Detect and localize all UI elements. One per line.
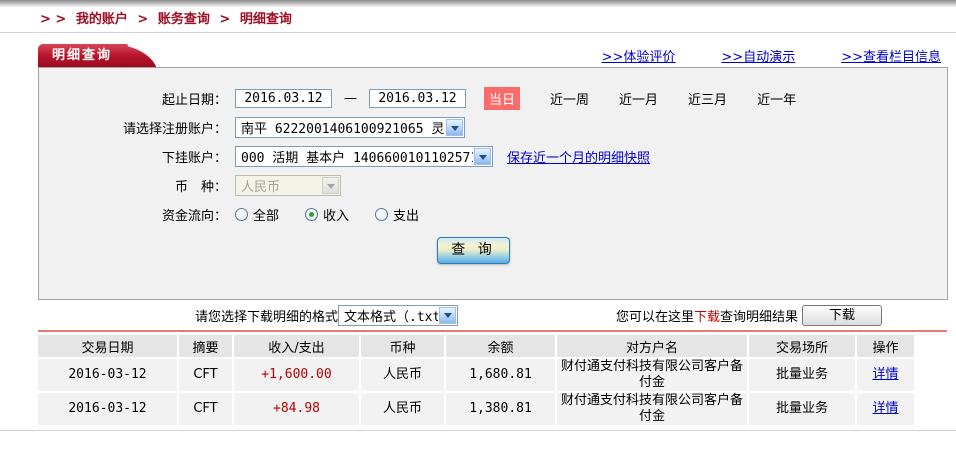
cell-counterparty: 财付通支付科技有限公司客户备付金 (557, 359, 747, 391)
cell-venue: 批量业务 (749, 393, 855, 425)
sub-account-row: 下挂账户： 000 活期 基本户 1406600101102571848 保存近… (39, 142, 947, 171)
cell-balance: 1,380.81 (446, 393, 555, 425)
cell-currency: 人民币 (361, 393, 444, 425)
sub-account-label: 下挂账户： (39, 147, 227, 166)
radio-income-label[interactable]: 收入 (323, 205, 349, 224)
quick-range-quarter[interactable]: 近三月 (688, 89, 727, 108)
save-monthly-snapshot-link[interactable]: 保存近一个月的明细快照 (507, 147, 650, 166)
cell-currency: 人民币 (361, 359, 444, 391)
download-hint-group: 您可以在这里 下载 查询明细结果 下载 (616, 305, 882, 326)
cell-amount: +1,600.00 (234, 359, 359, 391)
breadcrumb-chevrons: > > (40, 12, 66, 27)
cell-summary: CFT (179, 359, 232, 391)
detail-link[interactable]: 详情 (872, 367, 898, 382)
sub-account-select[interactable]: 000 活期 基本户 1406600101102571848 (235, 146, 493, 167)
currency-select-disabled: 人民币 (235, 175, 341, 196)
start-date-input[interactable] (235, 89, 332, 108)
cell-date: 2016-03-12 (38, 359, 177, 391)
date-range-label: 起止日期： (39, 89, 227, 108)
download-format-label: 请您选择下载明细的格式 (195, 306, 338, 325)
red-divider (38, 330, 947, 332)
dropdown-arrow-icon (322, 177, 339, 194)
fund-flow-label: 资金流向： (39, 205, 227, 224)
table-row: 2016-03-12 CFT +84.98 人民币 1,380.81 财付通支付… (38, 393, 914, 425)
link-experience-rating[interactable]: >>体验评价 (602, 46, 676, 65)
registered-account-select[interactable]: 南平 6222001406100921065 灵通卡 (235, 117, 465, 138)
quick-range-week[interactable]: 近一周 (550, 89, 589, 108)
radio-expense-label[interactable]: 支出 (393, 205, 419, 224)
registered-account-row: 请选择注册账户： 南平 6222001406100921065 灵通卡 (39, 113, 947, 142)
radio-all[interactable] (235, 208, 248, 221)
tab-detail-query[interactable]: 明细查询 (38, 44, 128, 67)
col-header-venue: 交易场所 (749, 335, 855, 357)
cell-summary: CFT (179, 393, 232, 425)
bottom-divider (0, 430, 956, 431)
download-hint-suffix: 查询明细结果 (720, 306, 798, 325)
col-header-date: 交易日期 (38, 335, 177, 357)
link-view-column-info[interactable]: >>查看栏目信息 (841, 46, 941, 65)
col-header-summary: 摘要 (179, 335, 232, 357)
date-range-dash: — (344, 91, 357, 106)
col-header-amount: 收入/支出 (234, 335, 359, 357)
quick-range-month[interactable]: 近一月 (619, 89, 658, 108)
quick-range-today[interactable]: 当日 (484, 87, 520, 110)
currency-row: 币 种： 人民币 (39, 171, 947, 200)
breadcrumb-separator: > (219, 12, 230, 27)
breadcrumb-item-my-account[interactable]: 我的账户 (76, 12, 128, 27)
currency-value: 人民币 (236, 176, 321, 195)
download-hint-link[interactable]: 下载 (694, 306, 720, 325)
table-row: 2016-03-12 CFT +1,600.00 人民币 1,680.81 财付… (38, 359, 914, 391)
registered-account-value: 南平 6222001406100921065 灵通卡 (236, 118, 445, 137)
cell-amount: +84.98 (234, 393, 359, 425)
dropdown-arrow-icon (446, 119, 463, 136)
download-hint-prefix: 您可以在这里 (616, 306, 694, 325)
fund-flow-options: 全部 收入 支出 (235, 205, 445, 224)
cell-counterparty: 财付通支付科技有限公司客户备付金 (557, 393, 747, 425)
date-range-row: 起止日期： — 当日 近一周 近一月 近三月 近一年 (39, 84, 947, 113)
col-header-action: 操作 (857, 335, 914, 357)
download-format-select[interactable]: 文本格式（.txt） (338, 305, 458, 326)
link-auto-demo[interactable]: >>自动演示 (721, 46, 795, 65)
section-header-row: 明细查询 >>体验评价 >>自动演示 >>查看栏目信息 (0, 38, 956, 67)
currency-label: 币 种： (39, 176, 227, 195)
header-links: >>体验评价 >>自动演示 >>查看栏目信息 (602, 46, 941, 65)
breadcrumb: > > 我的账户 > 账务查询 > 明细查询 (0, 7, 956, 33)
fund-flow-row: 资金流向： 全部 收入 支出 (39, 200, 947, 229)
col-header-counterparty: 对方户名 (557, 335, 747, 357)
end-date-input[interactable] (369, 89, 466, 108)
breadcrumb-item-account-query[interactable]: 账务查询 (158, 12, 210, 27)
radio-all-label[interactable]: 全部 (253, 205, 279, 224)
detail-link[interactable]: 详情 (872, 401, 898, 416)
cell-venue: 批量业务 (749, 359, 855, 391)
quick-range-year[interactable]: 近一年 (757, 89, 796, 108)
download-format-value: 文本格式（.txt） (339, 306, 438, 325)
query-form-panel: 起止日期： — 当日 近一周 近一月 近三月 近一年 请选择注册账户： 南平 6… (38, 67, 948, 300)
cell-date: 2016-03-12 (38, 393, 177, 425)
registered-account-label: 请选择注册账户： (39, 118, 227, 137)
top-gradient-bar (0, 0, 956, 7)
cell-balance: 1,680.81 (446, 359, 555, 391)
transactions-table: 交易日期 摘要 收入/支出 币种 余额 对方户名 交易场所 操作 2016-03… (36, 333, 916, 427)
query-button[interactable]: 查 询 (437, 237, 510, 264)
table-header-row: 交易日期 摘要 收入/支出 币种 余额 对方户名 交易场所 操作 (38, 335, 914, 357)
col-header-balance: 余额 (446, 335, 555, 357)
download-bar: 请您选择下载明细的格式 文本格式（.txt） 您可以在这里 下载 查询明细结果 … (38, 300, 946, 330)
dropdown-arrow-icon (439, 307, 456, 324)
radio-expense[interactable] (375, 208, 388, 221)
breadcrumb-item-detail-query[interactable]: 明细查询 (240, 12, 292, 27)
radio-income-checked[interactable] (305, 208, 318, 221)
breadcrumb-separator: > (137, 12, 148, 27)
col-header-currency: 币种 (361, 335, 444, 357)
download-button[interactable]: 下载 (802, 305, 882, 326)
sub-account-value: 000 活期 基本户 1406600101102571848 (236, 147, 473, 166)
dropdown-arrow-icon (474, 148, 491, 165)
